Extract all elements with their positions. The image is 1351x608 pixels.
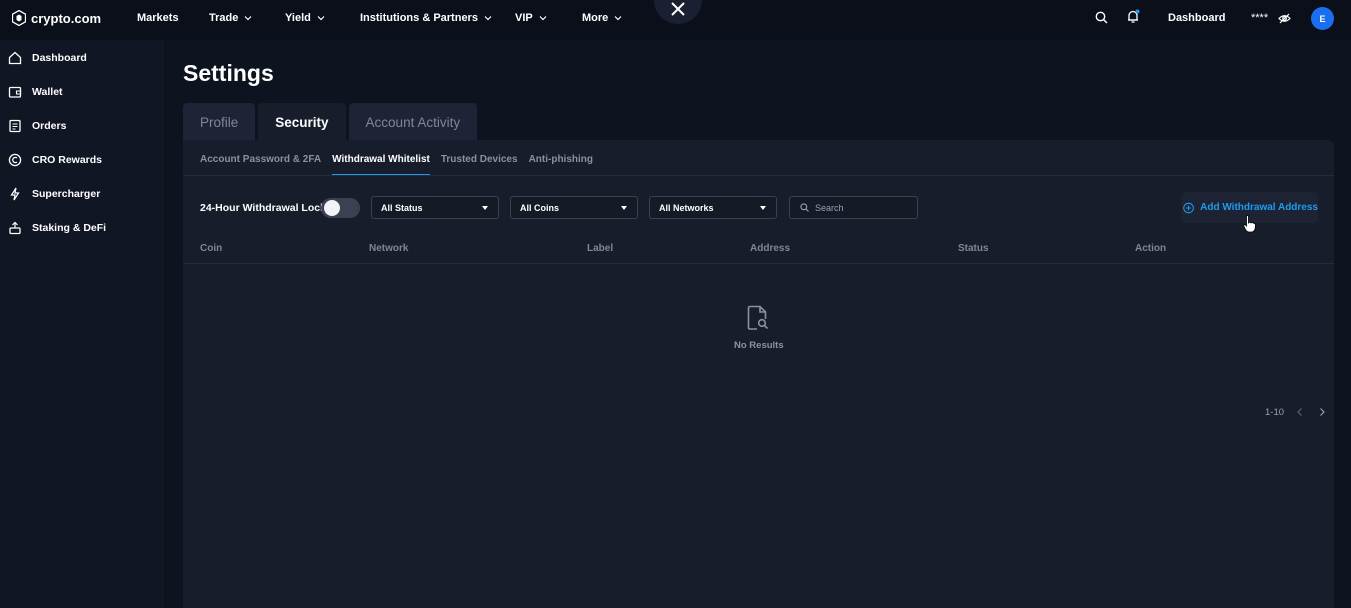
chevron-right-icon[interactable] bbox=[1317, 407, 1327, 417]
chevron-down-icon bbox=[484, 16, 492, 21]
sidebar-item-label: Orders bbox=[32, 120, 67, 132]
security-panel: Account Password & 2FA Withdrawal Whitel… bbox=[183, 140, 1334, 608]
sidebar-item-label: Wallet bbox=[32, 86, 63, 98]
rewards-icon bbox=[8, 153, 22, 167]
withdrawal-lock-toggle[interactable] bbox=[321, 198, 360, 218]
nav-trade[interactable]: Trade bbox=[209, 12, 252, 24]
nav-more[interactable]: More bbox=[582, 12, 622, 24]
avatar[interactable]: E bbox=[1311, 7, 1334, 30]
sidebar-item-label: CRO Rewards bbox=[32, 154, 103, 166]
nav-vip[interactable]: VIP bbox=[515, 12, 547, 24]
caret-down-icon bbox=[621, 205, 627, 210]
close-overlay-button[interactable] bbox=[654, 0, 702, 24]
sidebar-item-label: Supercharger bbox=[32, 188, 101, 200]
networks-select-value: All Networks bbox=[659, 202, 714, 213]
search-icon bbox=[800, 203, 809, 212]
table-header-divider bbox=[183, 263, 1334, 264]
caret-down-icon bbox=[760, 205, 766, 210]
security-subtabs: Account Password & 2FA Withdrawal Whitel… bbox=[200, 154, 593, 176]
lightning-icon bbox=[10, 187, 20, 201]
nav-vip-label: VIP bbox=[515, 12, 533, 24]
search-input[interactable] bbox=[815, 202, 910, 213]
networks-select[interactable]: All Networks bbox=[649, 196, 777, 219]
bell-icon[interactable] bbox=[1126, 9, 1140, 24]
hidden-balance: **** bbox=[1242, 8, 1296, 28]
column-header-action: Action bbox=[1135, 243, 1167, 254]
nav-yield[interactable]: Yield bbox=[285, 12, 325, 24]
column-header-network: Network bbox=[369, 243, 409, 254]
withdrawal-lock-label: 24-Hour Withdrawal Lock bbox=[200, 202, 326, 214]
nav-markets[interactable]: Markets bbox=[137, 12, 179, 24]
settings-tabs: Profile Security Account Activity bbox=[183, 103, 478, 141]
sidebar-item-orders[interactable]: Orders bbox=[8, 116, 66, 136]
column-header-label: Label bbox=[587, 243, 614, 254]
sidebar-item-cro-rewards[interactable]: CRO Rewards bbox=[8, 150, 102, 170]
chevron-down-icon bbox=[614, 16, 622, 21]
search-field[interactable] bbox=[789, 196, 918, 219]
caret-down-icon bbox=[482, 205, 488, 210]
page-title: Settings bbox=[183, 60, 274, 86]
nav-yield-label: Yield bbox=[285, 12, 311, 24]
empty-state-text: No Results bbox=[734, 340, 784, 351]
column-header-address: Address bbox=[750, 243, 791, 254]
coins-select-value: All Coins bbox=[520, 202, 560, 213]
chevron-down-icon bbox=[317, 16, 325, 21]
avatar-initial: E bbox=[1319, 13, 1326, 24]
orders-icon bbox=[9, 119, 21, 133]
sidebar-item-label: Staking & DeFi bbox=[32, 222, 107, 234]
status-select-value: All Status bbox=[381, 202, 423, 213]
subtab-anti-phishing[interactable]: Anti-phishing bbox=[529, 154, 593, 176]
nav-more-label: More bbox=[582, 12, 609, 24]
toggle-knob bbox=[324, 200, 340, 216]
tab-account-activity[interactable]: Account Activity bbox=[348, 103, 478, 141]
column-header-status: Status bbox=[958, 243, 989, 254]
brand-name: crypto.com bbox=[31, 10, 102, 26]
search-icon[interactable] bbox=[1095, 11, 1108, 24]
tab-profile[interactable]: Profile bbox=[183, 103, 256, 141]
plus-circle-icon bbox=[1183, 202, 1194, 213]
chevron-left-icon[interactable] bbox=[1295, 407, 1305, 417]
sidebar-item-wallet[interactable]: Wallet bbox=[8, 82, 63, 102]
tab-security[interactable]: Security bbox=[258, 103, 346, 141]
nav-markets-label: Markets bbox=[137, 12, 179, 24]
document-search-icon bbox=[747, 305, 769, 330]
nav-trade-label: Trade bbox=[209, 12, 239, 24]
eye-hidden-icon[interactable] bbox=[1278, 13, 1291, 24]
column-header-coin: Coin bbox=[200, 243, 223, 254]
chevron-down-icon bbox=[244, 16, 252, 21]
sidebar-item-staking-defi[interactable]: Staking & DeFi bbox=[8, 218, 106, 238]
pagination-range: 1-10 bbox=[1265, 407, 1285, 418]
staking-icon bbox=[9, 221, 21, 235]
home-icon bbox=[8, 51, 22, 65]
top-nav-bar: crypto.com Markets Trade Yield Instituti… bbox=[0, 0, 1351, 40]
sidebar-item-supercharger[interactable]: Supercharger bbox=[8, 184, 100, 204]
subtab-account-password-2fa[interactable]: Account Password & 2FA bbox=[200, 154, 321, 176]
close-icon bbox=[671, 2, 685, 16]
dashboard-link[interactable]: Dashboard bbox=[1168, 12, 1225, 24]
nav-institutions-label: Institutions & Partners bbox=[360, 12, 478, 24]
chevron-down-icon bbox=[539, 16, 547, 21]
hand-pointer-cursor-icon bbox=[1243, 215, 1256, 233]
sidebar: Dashboard Wallet Orders CRO Rewards Supe… bbox=[0, 40, 166, 608]
add-withdrawal-address-label: Add Withdrawal Address bbox=[1200, 202, 1318, 213]
wallet-icon bbox=[8, 86, 22, 98]
nav-institutions[interactable]: Institutions & Partners bbox=[360, 12, 492, 24]
hidden-balance-value: **** bbox=[1251, 12, 1269, 24]
sidebar-item-dashboard[interactable]: Dashboard bbox=[8, 48, 87, 68]
subtab-trusted-devices[interactable]: Trusted Devices bbox=[441, 154, 518, 176]
coins-select[interactable]: All Coins bbox=[510, 196, 638, 219]
crypto-com-logo-icon bbox=[12, 10, 26, 26]
status-select[interactable]: All Status bbox=[371, 196, 499, 219]
subtab-withdrawal-whitelist[interactable]: Withdrawal Whitelist bbox=[332, 154, 430, 176]
crypto-com-logo[interactable]: crypto.com bbox=[12, 10, 101, 26]
subtabs-divider bbox=[183, 175, 1334, 176]
sidebar-item-label: Dashboard bbox=[32, 52, 87, 64]
